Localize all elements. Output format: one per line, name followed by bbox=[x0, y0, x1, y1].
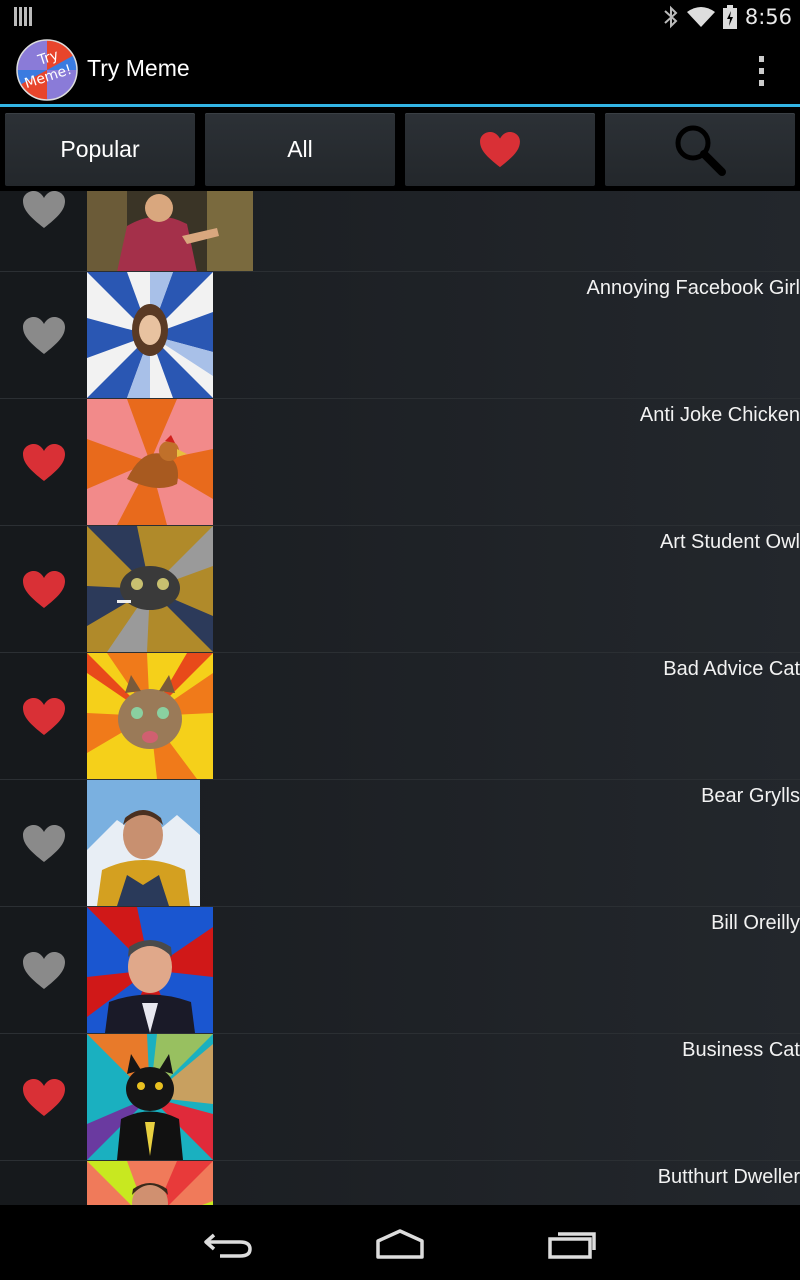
overflow-menu-icon[interactable] bbox=[752, 56, 770, 86]
meme-thumbnail bbox=[87, 1034, 213, 1160]
list-item[interactable]: Bad Advice Cat bbox=[0, 652, 800, 779]
meme-name: Art Student Owl bbox=[659, 531, 800, 553]
bluetooth-icon bbox=[664, 5, 678, 29]
meme-name: Annoying Facebook Girl bbox=[586, 277, 800, 299]
back-icon[interactable] bbox=[200, 1225, 260, 1261]
meme-name: Bill Oreilly bbox=[711, 912, 800, 934]
list-item[interactable]: Butthurt Dweller bbox=[0, 1160, 800, 1205]
battery-icon bbox=[722, 5, 737, 29]
meme-name: Bear Grylls bbox=[701, 785, 800, 807]
meme-thumbnail bbox=[87, 907, 213, 1033]
tab-search[interactable] bbox=[605, 113, 795, 186]
meme-thumbnail bbox=[87, 526, 213, 652]
app-title: Try Meme bbox=[87, 55, 190, 81]
list-item[interactable]: Bill Oreilly bbox=[0, 906, 800, 1033]
heart-icon[interactable] bbox=[22, 697, 66, 737]
navigation-bar bbox=[0, 1205, 800, 1280]
app-logo[interactable]: Try Meme! bbox=[16, 39, 78, 101]
heart-icon[interactable] bbox=[22, 1078, 66, 1118]
tab-all[interactable]: All bbox=[205, 113, 395, 186]
heart-icon[interactable] bbox=[22, 570, 66, 610]
home-icon[interactable] bbox=[370, 1225, 430, 1261]
heart-icon[interactable] bbox=[22, 191, 66, 230]
meme-thumbnail bbox=[87, 653, 213, 779]
tab-popular[interactable]: Popular bbox=[5, 113, 195, 186]
recent-apps-icon[interactable] bbox=[542, 1225, 602, 1261]
meme-name: Bad Advice Cat bbox=[663, 658, 800, 680]
list-item[interactable]: Business Cat bbox=[0, 1033, 800, 1160]
search-icon bbox=[675, 125, 726, 176]
meme-name: Business Cat bbox=[682, 1039, 800, 1061]
meme-thumbnail bbox=[87, 191, 253, 272]
notification-bars-icon bbox=[14, 7, 32, 26]
action-bar: Try Meme! Try Meme bbox=[0, 34, 800, 104]
list-item[interactable] bbox=[0, 191, 800, 272]
heart-icon[interactable] bbox=[22, 951, 66, 991]
list-item[interactable]: Anti Joke Chicken bbox=[0, 398, 800, 525]
tab-popular-label: Popular bbox=[60, 136, 140, 162]
wifi-icon bbox=[686, 7, 715, 27]
meme-thumbnail bbox=[87, 780, 200, 906]
heart-icon bbox=[480, 131, 520, 167]
meme-name: Anti Joke Chicken bbox=[639, 404, 800, 426]
heart-icon[interactable] bbox=[22, 824, 66, 864]
list-item[interactable]: Annoying Facebook Girl bbox=[0, 271, 800, 398]
list-item[interactable]: Bear Grylls bbox=[0, 779, 800, 906]
meme-list[interactable]: Annoying Facebook Girl Anti Joke Chicken bbox=[0, 191, 800, 1205]
meme-thumbnail bbox=[87, 1161, 213, 1205]
list-item[interactable]: Art Student Owl bbox=[0, 525, 800, 652]
heart-icon[interactable] bbox=[22, 316, 66, 356]
meme-thumbnail bbox=[87, 272, 213, 398]
meme-name: Butthurt Dweller bbox=[657, 1166, 800, 1188]
tab-favorites[interactable] bbox=[405, 113, 595, 186]
tab-all-label: All bbox=[287, 136, 313, 162]
status-time: 8:56 bbox=[744, 5, 792, 29]
status-bar: 8:56 bbox=[0, 0, 800, 34]
heart-icon[interactable] bbox=[22, 443, 66, 483]
tab-row: Popular All bbox=[0, 107, 800, 191]
meme-thumbnail bbox=[87, 399, 213, 525]
